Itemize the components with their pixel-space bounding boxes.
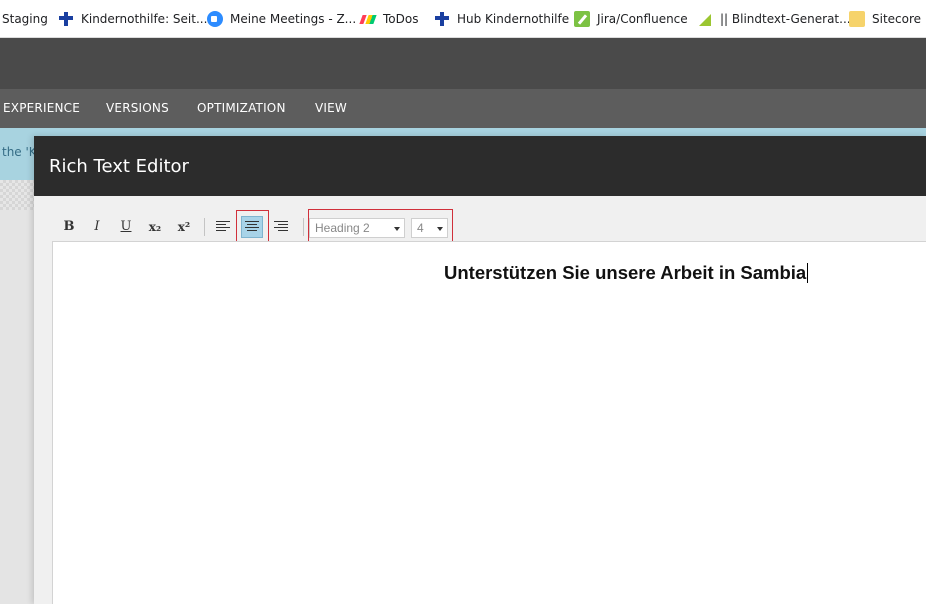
dialog-body: B I U x₂ x² Heading 2 4 Unterstützen Sie…	[34, 196, 926, 604]
cross-icon	[434, 11, 450, 27]
bookmark-label: ToDos	[383, 12, 419, 26]
underline-button[interactable]: U	[115, 216, 137, 238]
italic-button[interactable]: I	[86, 216, 108, 238]
tab-optimization[interactable]: OPTIMIZATION	[197, 89, 286, 128]
tab-versions[interactable]: VERSIONS	[106, 89, 169, 128]
blindtext-icon	[697, 11, 713, 27]
bookmark-label: Jira/Confluence	[597, 12, 688, 26]
bookmark-kindernothilfe[interactable]: Kindernothilfe: Seit...	[58, 0, 208, 37]
bookmark-jira[interactable]: Jira/Confluence	[574, 0, 688, 37]
bookmark-label: Kindernothilfe: Seit...	[81, 12, 208, 26]
subscript-button[interactable]: x₂	[144, 216, 166, 238]
bookmark-meetings[interactable]: Meine Meetings - Z...	[207, 0, 357, 37]
tab-view[interactable]: VIEW	[315, 89, 347, 128]
bookmark-hub[interactable]: Hub Kindernothilfe	[434, 0, 570, 37]
align-left-icon	[216, 221, 230, 233]
superscript-button[interactable]: x²	[173, 216, 195, 238]
notification-text: the 'K	[2, 145, 37, 159]
bookmark-todos[interactable]: ToDos	[360, 0, 419, 37]
dialog-title: Rich Text Editor	[49, 156, 189, 177]
bold-button[interactable]: B	[58, 216, 80, 238]
ribbon-tabs: EXPERIENCE VERSIONS OPTIMIZATION VIEW	[0, 89, 926, 128]
rich-text-editor-dialog: Rich Text Editor B I U x₂ x² Heading 2 4…	[34, 136, 926, 604]
background-pattern	[0, 180, 34, 210]
toolbar-divider	[204, 218, 205, 236]
editor-toolbar: B I U x₂ x² Heading 2 4	[52, 209, 926, 246]
bookmark-blindtext[interactable]: || Blindtext-Generat...	[697, 0, 851, 37]
bookmark-label: Meine Meetings - Z...	[230, 12, 357, 26]
bookmark-label: Hub Kindernothilfe	[457, 12, 570, 26]
align-left-button[interactable]	[212, 216, 234, 238]
bookmark-sitecore[interactable]: Sitecore Fr	[849, 0, 926, 37]
align-right-icon	[274, 221, 288, 233]
cross-icon	[58, 11, 74, 27]
align-right-button[interactable]	[270, 216, 292, 238]
app-header	[0, 38, 926, 89]
editor-heading-text: Unterstützen Sie unsere Arbeit in Sambia	[444, 262, 809, 283]
dialog-header: Rich Text Editor	[34, 136, 926, 196]
align-center-highlight	[236, 210, 269, 243]
toolbar-divider	[303, 218, 304, 236]
zoom-icon	[207, 11, 223, 27]
editor-content-area[interactable]: Unterstützen Sie unsere Arbeit in Sambia	[52, 241, 926, 604]
bookmark-label: Staging	[2, 12, 48, 26]
tab-experience[interactable]: EXPERIENCE	[3, 89, 80, 128]
bookmark-staging[interactable]: Staging	[2, 0, 48, 37]
bookmark-label: Sitecore Fr	[872, 12, 926, 26]
jira-icon	[574, 11, 590, 27]
bookmark-label: || Blindtext-Generat...	[720, 12, 851, 26]
folder-icon	[849, 11, 865, 27]
text-cursor	[807, 263, 809, 283]
monday-icon	[360, 11, 376, 27]
bookmarks-bar: Staging Kindernothilfe: Seit... Meine Me…	[0, 0, 926, 38]
